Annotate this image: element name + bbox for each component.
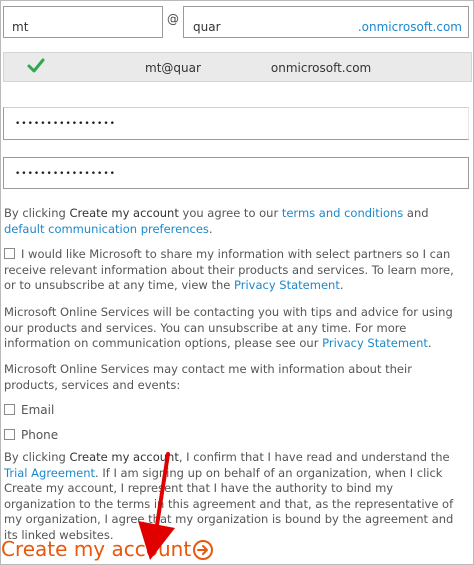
email-option[interactable]: Email	[4, 403, 54, 417]
create-account-button[interactable]: Create my account	[1, 534, 191, 564]
communication-preferences-link[interactable]: default communication preferences	[4, 222, 209, 236]
privacy-statement-link[interactable]: Privacy Statement	[234, 278, 340, 292]
confirm-password-input[interactable]: ••••••••••••••••	[3, 157, 469, 189]
email-checkbox[interactable]	[4, 404, 15, 415]
email-option-label: Email	[21, 403, 55, 417]
arrow-right-circle-icon[interactable]	[192, 539, 214, 561]
phone-checkbox[interactable]	[4, 429, 15, 440]
password-input[interactable]: ••••••••••••••••	[3, 107, 469, 140]
terms-text: By clicking Create my account you agree …	[4, 206, 429, 236]
privacy-statement-link-2[interactable]: Privacy Statement	[322, 336, 428, 350]
username-value: mt	[12, 20, 29, 34]
checkmark-icon	[27, 58, 45, 73]
terms-link[interactable]: terms and conditions	[282, 206, 403, 220]
confirm-password-mask: ••••••••••••••••	[15, 169, 116, 179]
partner-consent: I would like Microsoft to share my infor…	[4, 247, 454, 293]
may-contact-text: Microsoft Online Services may contact me…	[4, 362, 412, 392]
phone-option[interactable]: Phone	[4, 428, 58, 442]
username-input[interactable]: mt	[3, 6, 163, 38]
password-mask: ••••••••••••••••	[15, 119, 116, 129]
domain-suffix: .onmicrosoft.com	[357, 20, 462, 34]
phone-option-label: Phone	[21, 428, 59, 442]
partner-consent-checkbox[interactable]	[4, 248, 15, 259]
domain-input[interactable]: quar .onmicrosoft.com	[183, 6, 469, 38]
trial-agreement-link[interactable]: Trial Agreement	[4, 466, 95, 480]
email-availability-bar: mt@quar onmicrosoft.com	[3, 52, 472, 82]
at-sign: @	[167, 12, 179, 26]
domain-prefix-value: quar	[193, 20, 221, 34]
verified-email: mt@quar onmicrosoft.com	[145, 61, 372, 75]
agreement-text: By clicking Create my account, I confirm…	[4, 450, 454, 542]
contact-info-text: Microsoft Online Services will be contac…	[4, 305, 453, 351]
